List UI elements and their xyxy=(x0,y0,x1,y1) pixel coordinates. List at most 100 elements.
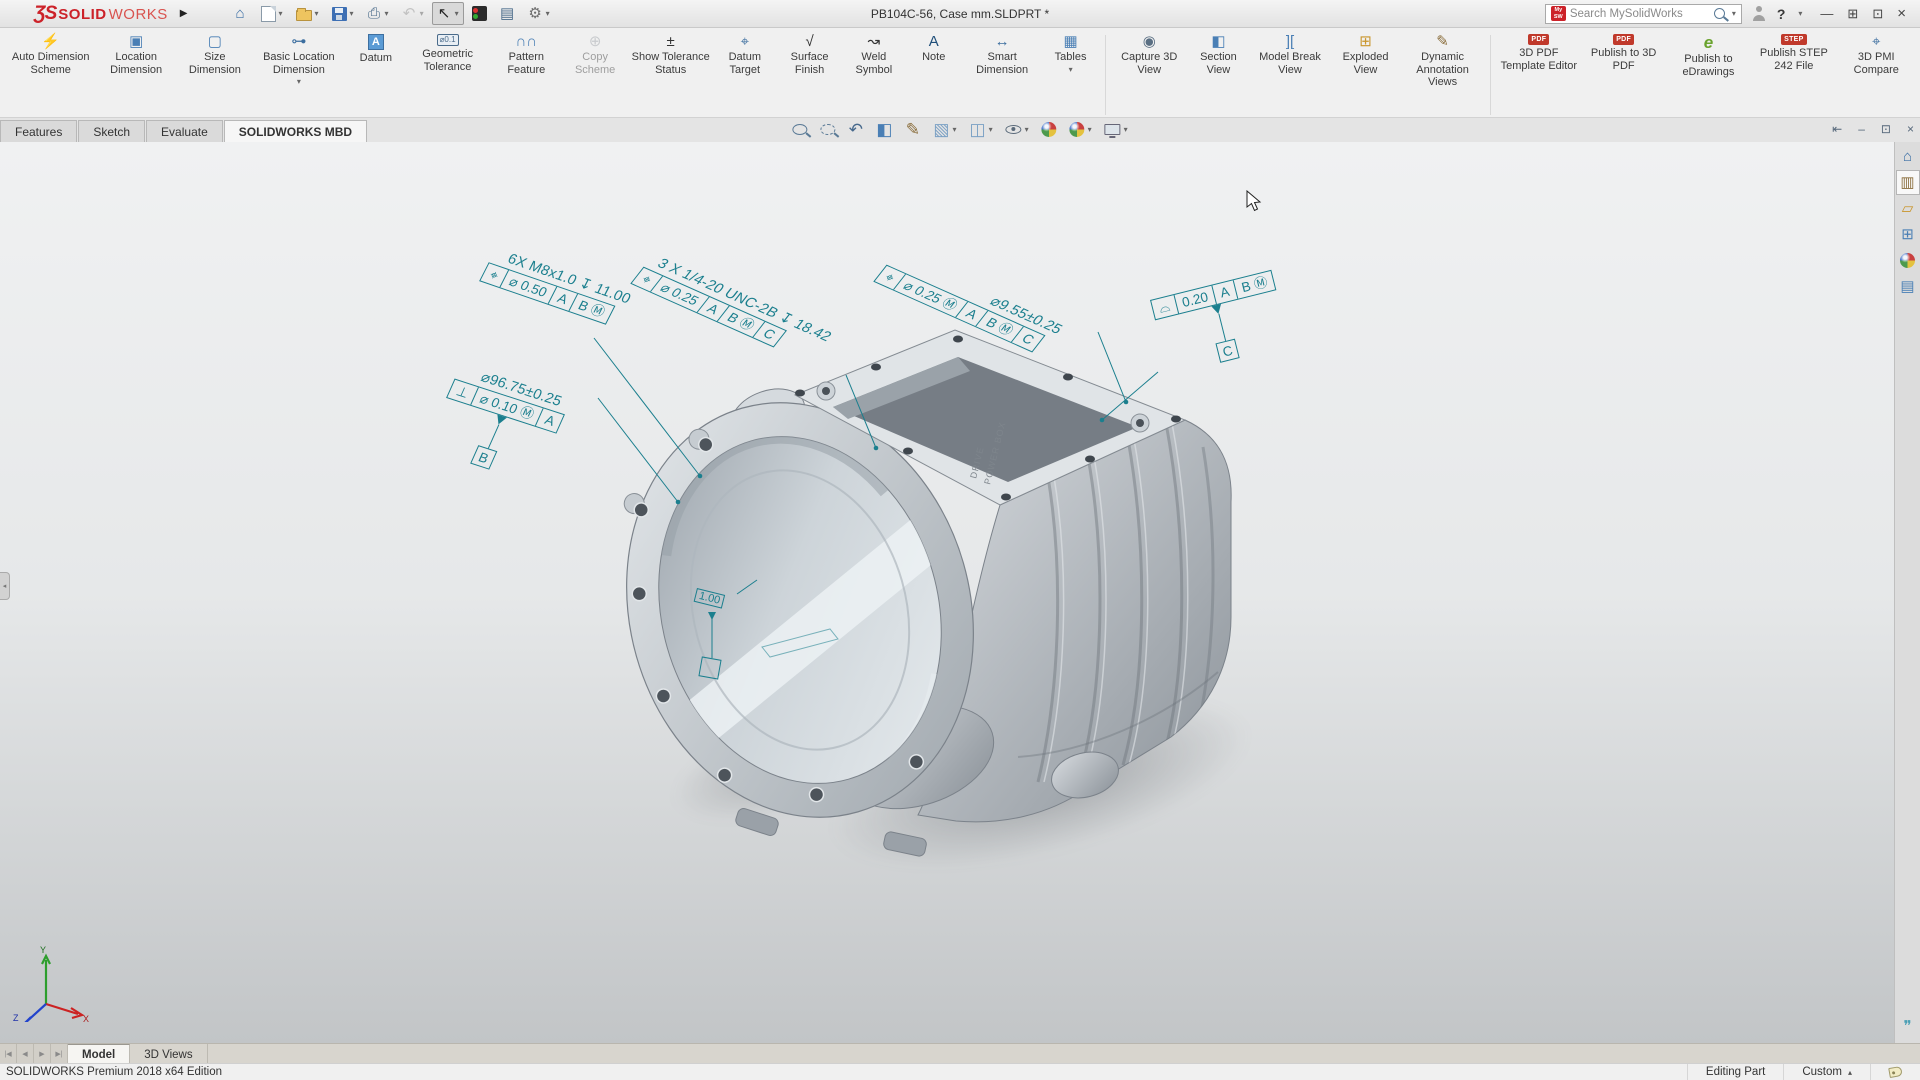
pin-panel-icon[interactable]: ⇤ xyxy=(1832,122,1842,136)
sheet-nav-button[interactable]: ◀ xyxy=(17,1044,34,1063)
help-caret-icon[interactable]: ▾ xyxy=(1798,9,1802,18)
tables[interactable]: ▦Tables▾ xyxy=(1042,33,1100,75)
taskpane-home[interactable]: ⌂ xyxy=(1896,144,1920,169)
perpendicularity-annotation[interactable]: ⌀96.75±0.25 ⊥ ⌀ 0.10 Ⓜ A B xyxy=(424,362,573,484)
weld-symbol-icon: ↝ xyxy=(866,34,881,49)
print-button[interactable]: ⎙▾ xyxy=(362,2,394,25)
publish-step-242-icon: STEP xyxy=(1781,34,1806,45)
tab-evaluate[interactable]: Evaluate xyxy=(146,120,223,142)
unit-system-selector[interactable]: Custom ▴ xyxy=(1783,1064,1870,1080)
zoom-to-fit-button[interactable] xyxy=(790,122,809,137)
sheet-nav-button[interactable]: ▶| xyxy=(51,1044,68,1063)
datum-target[interactable]: ⌖Datum Target xyxy=(713,33,776,77)
model-break-view[interactable]: ][Model Break View xyxy=(1249,33,1331,77)
open-button[interactable]: ▾ xyxy=(291,3,324,25)
edit-appearance-button[interactable] xyxy=(1040,120,1059,139)
size-dimension[interactable]: ▢Size Dimension xyxy=(179,33,251,77)
weld-symbol[interactable]: ↝ Weld Symbol xyxy=(843,33,905,77)
pattern-feature[interactable]: ∩∩Pattern Feature xyxy=(490,33,562,77)
taskpane-appearances[interactable] xyxy=(1896,248,1920,273)
taskpane-custom-properties[interactable]: ▤ xyxy=(1896,274,1920,299)
tab-solidworks-mbd[interactable]: SOLIDWORKS MBD xyxy=(224,120,367,142)
view-orientation-button[interactable]: ▧▾ xyxy=(931,119,958,140)
section-view-button[interactable]: ◧ xyxy=(874,119,894,140)
display-style-button[interactable]: ◫▾ xyxy=(968,119,995,140)
select-button[interactable]: ↖▾ xyxy=(432,2,464,25)
new-document-button[interactable]: ▾ xyxy=(256,2,288,26)
window-title: PB104C-56, Case mm.SLDPRT * xyxy=(871,7,1049,21)
search-caret-icon[interactable]: ▾ xyxy=(1732,9,1736,18)
search-input[interactable] xyxy=(1570,8,1710,20)
appearance-ball-icon xyxy=(1900,253,1915,268)
home-button[interactable]: ⌂ xyxy=(228,2,253,25)
taskpane-file-explorer[interactable]: ⊞ xyxy=(1896,222,1920,247)
tab-features[interactable]: Features xyxy=(0,120,77,142)
taskpane-resources[interactable]: ▥ xyxy=(1896,170,1920,195)
document-properties-button[interactable]: ▤ xyxy=(495,2,520,25)
tolerance-status-button[interactable] xyxy=(467,2,492,25)
datum[interactable]: ADatum xyxy=(347,33,405,66)
view-settings-button[interactable]: ▾ xyxy=(1103,122,1130,137)
geometric-tolerance[interactable]: ⌀0.1Geometric Tolerance xyxy=(405,33,490,74)
datum-flag[interactable] xyxy=(698,656,721,679)
minimize-viewport-icon[interactable]: – xyxy=(1858,122,1865,136)
resize-button[interactable]: ⊞ xyxy=(1847,6,1858,22)
bottom-tab-3d-views[interactable]: 3D Views xyxy=(130,1044,207,1063)
restore-viewport-icon[interactable]: ⊡ xyxy=(1881,122,1891,136)
orientation-triad: Y X Z xyxy=(12,942,92,1022)
close-viewport-icon[interactable]: × xyxy=(1907,122,1914,136)
restore-button[interactable]: ⊡ xyxy=(1872,6,1883,22)
weld-symbol-label: Weld Symbol xyxy=(846,51,902,76)
dynamic-annotation-views[interactable]: ✎Dynamic Annotation Views xyxy=(1400,33,1485,90)
search-box[interactable]: MySW ▾ xyxy=(1545,4,1742,24)
graphics-viewport[interactable]: DRIVE POWER BOX 6X M8x1.0 ↧ 11.00 ⌖ ⌀ 0.… xyxy=(0,142,1920,1043)
zoom-to-area-button[interactable] xyxy=(818,122,837,137)
publish-to-3d-pdf[interactable]: PDFPublish to 3D PDF xyxy=(1582,33,1666,73)
taskpane-forum[interactable]: ❞ xyxy=(1896,1014,1920,1039)
exploded-view[interactable]: ⊞Exploded View xyxy=(1331,33,1400,77)
part-model[interactable]: DRIVE POWER BOX xyxy=(618,327,1318,887)
auto-dimension-scheme[interactable]: ⚡Auto Dimension Scheme xyxy=(8,33,93,77)
show-tolerance-status[interactable]: ±Show Tolerance Status xyxy=(628,33,713,77)
hide-show-items-button[interactable]: ▾ xyxy=(1004,123,1031,136)
3d-pdf-template-editor[interactable]: PDF3D PDF Template Editor xyxy=(1496,33,1581,73)
previous-view-button[interactable]: ↶ xyxy=(846,119,865,140)
previous-view-icon: ↶ xyxy=(848,121,863,138)
size-dimension-label: Size Dimension xyxy=(182,51,248,76)
note[interactable]: ANote xyxy=(905,33,963,65)
login-user-icon[interactable] xyxy=(1752,6,1767,21)
sheet-nav-button[interactable]: ▶ xyxy=(34,1044,51,1063)
publish-to-3d-pdf-label: Publish to 3D PDF xyxy=(1585,47,1663,72)
minimize-button[interactable]: — xyxy=(1820,6,1833,21)
collapse-panel-tab[interactable]: ◂ xyxy=(0,572,10,600)
publish-to-edrawings[interactable]: ePublish to eDrawings xyxy=(1666,33,1751,79)
tab-sketch[interactable]: Sketch xyxy=(78,120,145,142)
display-style-icon: ◫ xyxy=(970,121,986,138)
sheet-nav-button[interactable]: |◀ xyxy=(0,1044,17,1063)
home-icon: ⌂ xyxy=(233,6,248,21)
surface-finish[interactable]: √Surface Finish xyxy=(776,33,843,77)
smart-dimension[interactable]: ↔Smart Dimension xyxy=(963,33,1042,77)
basic-location-dimension[interactable]: ⊶Basic Location Dimension▾ xyxy=(251,33,347,87)
section-view[interactable]: ◧Section View xyxy=(1188,33,1249,77)
datum-flag[interactable]: B xyxy=(470,445,497,470)
options-button[interactable]: ⚙▾ xyxy=(523,2,555,25)
triad-y-label: Y xyxy=(40,945,46,955)
3d-pmi-compare[interactable]: ⌖3D PMI Compare xyxy=(1837,33,1916,77)
bottom-tab-model[interactable]: Model xyxy=(68,1044,130,1063)
location-dimension[interactable]: ▣Location Dimension xyxy=(93,33,178,77)
new-document-icon xyxy=(261,6,276,22)
apply-scene-button[interactable]: ▾ xyxy=(1068,120,1094,139)
capture-3d-view[interactable]: ◉Capture 3D View xyxy=(1110,33,1188,77)
open-folder-icon: ▱ xyxy=(1900,201,1915,216)
menu-expand-icon[interactable]: ▶ xyxy=(180,8,188,19)
dynamic-annotation-button[interactable]: ✎ xyxy=(903,119,922,140)
save-button[interactable]: ▾ xyxy=(327,3,359,25)
search-icon[interactable] xyxy=(1714,8,1725,19)
taskpane-design-library[interactable]: ▱ xyxy=(1896,196,1920,221)
tag-status-cell[interactable] xyxy=(1870,1064,1920,1080)
close-button[interactable]: × xyxy=(1897,5,1906,22)
thread-callout-annotation[interactable]: 6X M8x1.0 ↧ 11.00 ⌖ ⌀ 0.50 A B Ⓜ xyxy=(479,246,633,328)
publish-step-242[interactable]: STEPPublish STEP 242 File xyxy=(1751,33,1836,73)
help-button[interactable]: ? xyxy=(1777,6,1786,22)
